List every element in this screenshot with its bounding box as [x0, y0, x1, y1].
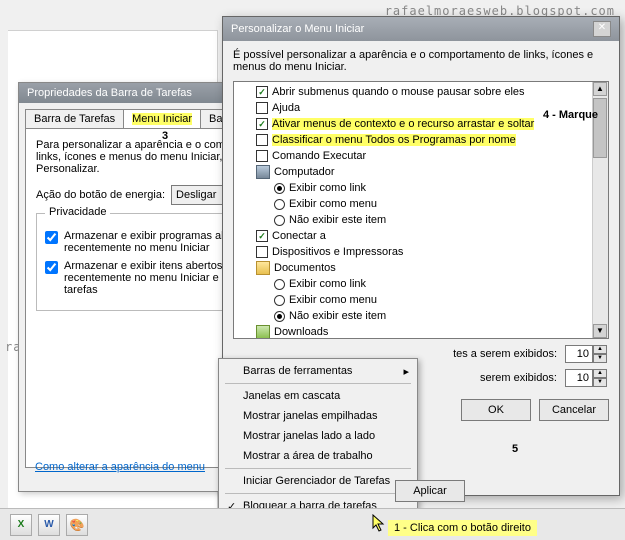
list-item[interactable]: Classificar o menu Todos os Programas po…	[236, 132, 606, 148]
context-menu-label: Barras de ferramentas	[243, 365, 352, 377]
cust-title: Personalizar o Menu Iniciar	[231, 23, 364, 35]
annotation-4: 4 - Marque	[543, 109, 598, 121]
list-item-label: Conectar a	[272, 230, 326, 242]
recent-programs-input[interactable]	[565, 345, 593, 363]
apply-button[interactable]: Aplicar	[395, 480, 465, 502]
list-item[interactable]: Downloads	[236, 324, 606, 339]
annotation-5: 5	[500, 443, 530, 455]
context-menu-label: Janelas em cascata	[243, 390, 340, 402]
list-item-label: Exibir como link	[289, 182, 366, 194]
list-item-label: Não exibir este item	[289, 214, 386, 226]
list-item-label: Exibir como menu	[289, 294, 377, 306]
list-item-label: Abrir submenus quando o mouse pausar sob…	[272, 86, 525, 98]
list-item[interactable]: Conectar a	[236, 228, 606, 244]
privacy-checkbox-1[interactable]	[45, 231, 58, 244]
list-item-label: Não exibir este item	[289, 310, 386, 322]
list-item-label: Ativar menus de contexto e o recurso arr…	[272, 118, 534, 130]
cust-titlebar[interactable]: Personalizar o Menu Iniciar ✕	[223, 17, 619, 41]
context-menu-label: Mostrar janelas lado a lado	[243, 430, 375, 442]
recent-jump-spinner[interactable]: ▲▼	[565, 369, 609, 387]
spin-down-icon-2[interactable]: ▼	[593, 378, 607, 387]
context-menu-item[interactable]: Janelas em cascata	[221, 386, 415, 406]
folder-icon	[256, 325, 270, 339]
radio-icon[interactable]	[274, 311, 285, 322]
recent-programs-spinner[interactable]: ▲▼	[565, 345, 609, 363]
context-menu-item[interactable]: Mostrar a área de trabalho	[221, 446, 415, 466]
list-item[interactable]: Computador	[236, 164, 606, 180]
power-action-label: Ação do botão de energia:	[36, 189, 165, 201]
spin-down-icon[interactable]: ▼	[593, 354, 607, 363]
list-item-label: Dispositivos e Impressoras	[272, 246, 403, 258]
checkbox-icon[interactable]	[256, 230, 268, 242]
list-item[interactable]: Não exibir este item	[236, 308, 606, 324]
list-item-label: Classificar o menu Todos os Programas po…	[272, 134, 516, 146]
cursor-icon	[372, 514, 386, 532]
list-item-label: Exibir como menu	[289, 198, 377, 210]
checkbox-icon[interactable]	[256, 86, 268, 98]
context-menu-label: Mostrar janelas empilhadas	[243, 410, 378, 422]
checkbox-icon[interactable]	[256, 102, 268, 114]
scroll-thumb[interactable]	[593, 98, 607, 158]
list-item[interactable]: Abrir submenus quando o mouse pausar sob…	[236, 84, 606, 100]
recent-jump-input[interactable]	[565, 369, 593, 387]
context-menu-item[interactable]: Iniciar Gerenciador de Tarefas	[221, 471, 415, 491]
separator	[225, 493, 411, 494]
list-item-label: Documentos	[274, 262, 336, 274]
list-item-label: Comando Executar	[272, 150, 366, 162]
checkbox-icon[interactable]	[256, 246, 268, 258]
list-item[interactable]: Exibir como menu	[236, 292, 606, 308]
annotation-1: 1 - Clica com o botão direito	[388, 520, 537, 536]
context-menu-label: Mostrar a área de trabalho	[243, 450, 373, 462]
separator	[225, 383, 411, 384]
context-menu-label: Iniciar Gerenciador de Tarefas	[243, 475, 390, 487]
separator	[225, 468, 411, 469]
list-item-label: Computador	[274, 166, 335, 178]
checkbox-icon[interactable]	[256, 150, 268, 162]
list-item-label: Exibir como link	[289, 278, 366, 290]
scroll-down-arrow[interactable]: ▼	[593, 324, 607, 338]
cust-desc: É possível personalizar a aparência e o …	[233, 49, 609, 73]
spin-up-icon[interactable]: ▲	[593, 345, 607, 354]
list-item-label: Ajuda	[272, 102, 300, 114]
folder-icon	[256, 261, 270, 275]
close-icon[interactable]: ✕	[593, 21, 611, 37]
list-item-label: Downloads	[274, 326, 328, 338]
appearance-link[interactable]: Como alterar a aparência do menu	[35, 461, 205, 473]
ok-button[interactable]: OK	[461, 399, 531, 421]
radio-icon[interactable]	[274, 215, 285, 226]
privacy-checkbox-2[interactable]	[45, 261, 58, 274]
scroll-up-arrow[interactable]: ▲	[593, 82, 607, 96]
folder-icon	[256, 165, 270, 179]
list-item[interactable]: Exibir como menu	[236, 196, 606, 212]
context-menu-item[interactable]: Mostrar janelas lado a lado	[221, 426, 415, 446]
checkbox-icon[interactable]	[256, 134, 268, 146]
radio-icon[interactable]	[274, 199, 285, 210]
tab-taskbar[interactable]: Barra de Tarefas	[25, 109, 124, 128]
checkbox-icon[interactable]	[256, 118, 268, 130]
context-menu-item[interactable]: Mostrar janelas empilhadas	[221, 406, 415, 426]
cancel-button[interactable]: Cancelar	[539, 399, 609, 421]
annotation-3: 3	[162, 130, 168, 142]
radio-icon[interactable]	[274, 183, 285, 194]
excel-icon[interactable]: X	[10, 514, 32, 536]
list-item[interactable]: Exibir como link	[236, 180, 606, 196]
spin-up-icon-2[interactable]: ▲	[593, 369, 607, 378]
paint-icon[interactable]: 🎨	[66, 514, 88, 536]
word-icon[interactable]: W	[38, 514, 60, 536]
list-item[interactable]: Comando Executar	[236, 148, 606, 164]
list-item[interactable]: Exibir como link	[236, 276, 606, 292]
list-item[interactable]: Não exibir este item	[236, 212, 606, 228]
privacy-legend: Privacidade	[45, 206, 110, 218]
radio-icon[interactable]	[274, 279, 285, 290]
list-item[interactable]: Dispositivos e Impressoras	[236, 244, 606, 260]
prop-title: Propriedades da Barra de Tarefas	[27, 87, 192, 99]
tab-start-menu[interactable]: Menu Iniciar	[123, 109, 201, 128]
list-item[interactable]: Documentos	[236, 260, 606, 276]
context-menu-item[interactable]: Barras de ferramentas	[221, 361, 415, 381]
radio-icon[interactable]	[274, 295, 285, 306]
